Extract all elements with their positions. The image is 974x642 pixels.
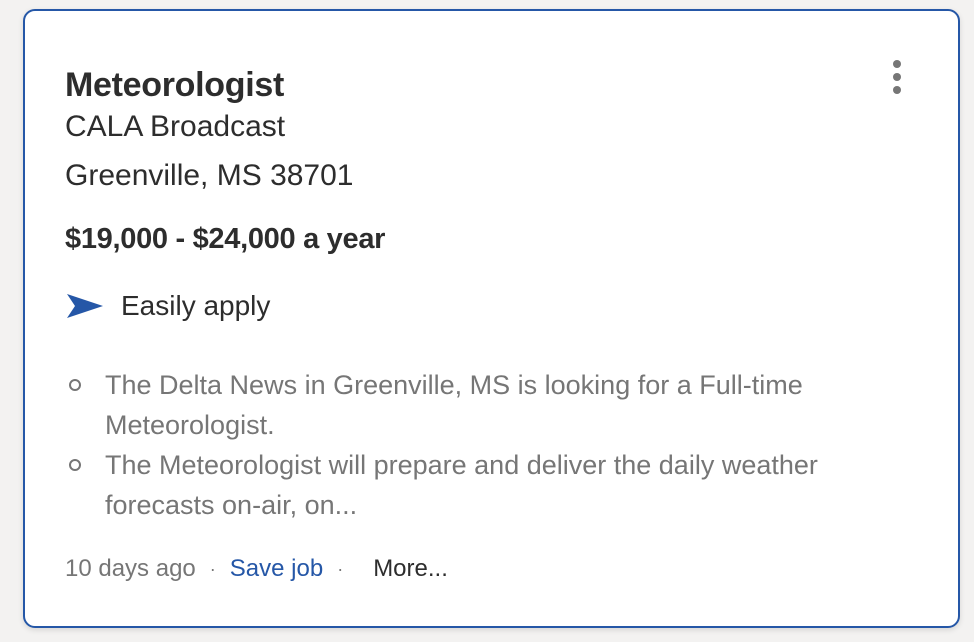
- snippet-item: The Delta News in Greenville, MS is look…: [65, 365, 925, 445]
- hollow-circle-bullet-icon: [69, 379, 81, 391]
- job-card-footer: 10 days ago · Save job · More...: [65, 549, 448, 589]
- snippet-text: The Meteorologist will prepare and deliv…: [105, 450, 818, 520]
- job-card[interactable]: Meteorologist CALA Broadcast Greenville,…: [23, 9, 960, 628]
- more-vertical-icon-dot: [893, 60, 901, 68]
- job-snippet: The Delta News in Greenville, MS is look…: [65, 365, 925, 525]
- paper-plane-arrow-icon: [67, 294, 103, 318]
- job-title[interactable]: Meteorologist: [65, 63, 284, 107]
- more-vertical-icon-dot: [893, 73, 901, 81]
- easily-apply-badge: Easily apply: [65, 286, 270, 326]
- more-vertical-icon-dot: [893, 86, 901, 94]
- separator-dot: ·: [337, 558, 344, 579]
- snippet-item: The Meteorologist will prepare and deliv…: [65, 445, 925, 525]
- job-location: Greenville, MS 38701: [65, 159, 354, 192]
- save-job-link[interactable]: Save job: [230, 555, 323, 583]
- easily-apply-label: Easily apply: [121, 290, 271, 321]
- salary-range: $19,000 - $24,000 a year: [65, 223, 386, 255]
- more-link[interactable]: More...: [373, 555, 448, 583]
- more-options-button[interactable]: [882, 55, 912, 99]
- company-name: CALA Broadcast: [65, 110, 286, 143]
- posted-date: 10 days ago: [65, 555, 196, 582]
- separator-dot: ·: [209, 558, 216, 579]
- snippet-text: The Delta News in Greenville, MS is look…: [105, 370, 803, 440]
- hollow-circle-bullet-icon: [69, 459, 81, 471]
